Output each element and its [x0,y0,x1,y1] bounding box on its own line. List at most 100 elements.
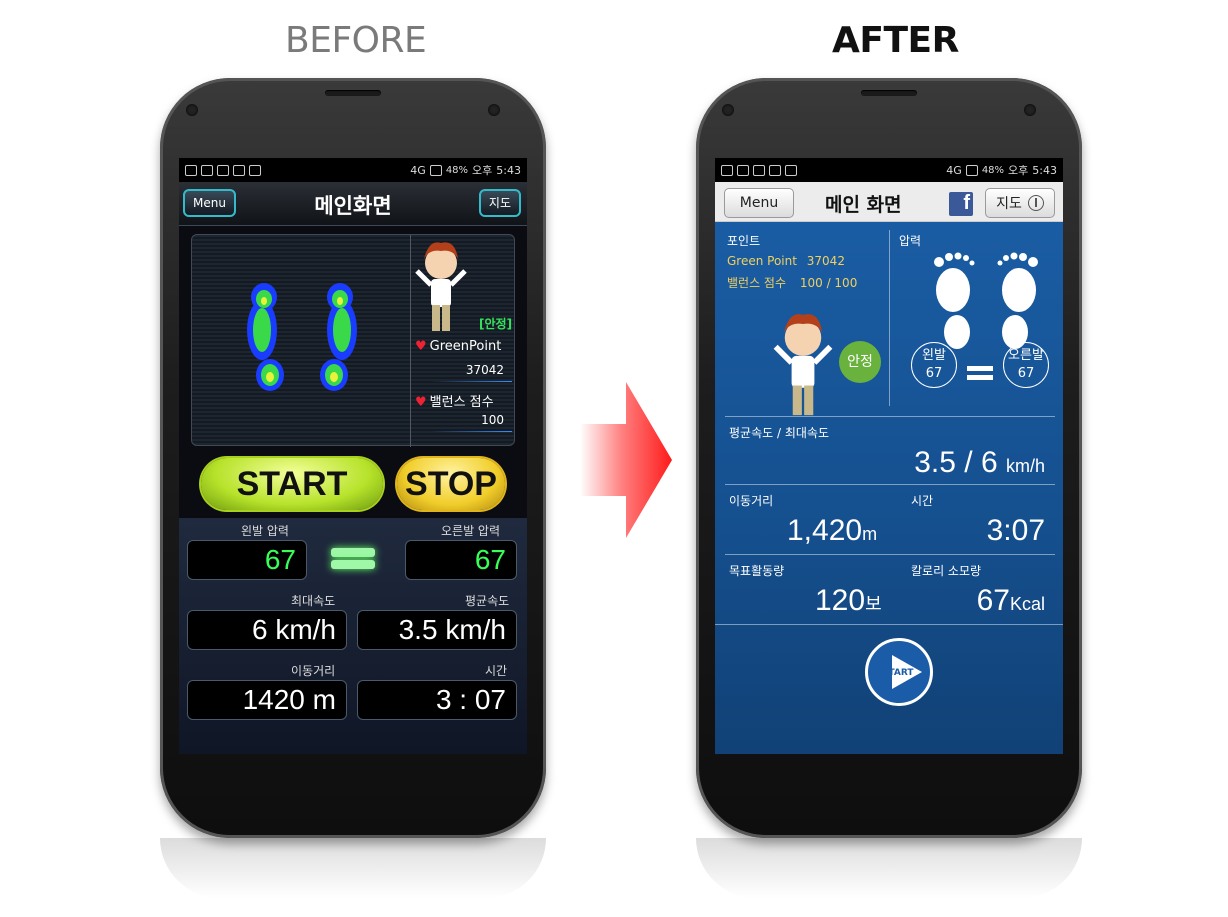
balance-row: 밸런스 점수 100 / 100 [727,274,857,291]
green-point-value: 37042 [806,254,845,268]
avg-speed-label: 평균속도 [465,594,510,608]
mail-icon [249,164,261,176]
left-foot-value: 67 [925,366,943,381]
right-foot-indicator: 오른발 67 [1003,342,1049,388]
phone-after: 4G 48% 오후 5:43 Menu 메인 화면 f 지도 포인트 Green… [696,78,1082,838]
left-foot-indicator: 왼발 67 [911,342,957,388]
stable-badge: [안정] [479,317,513,331]
page-title: 메인화면 [314,194,392,218]
distance-value: 1420 m [187,680,347,720]
left-foot-label: 왼발 [922,348,946,363]
recycle-icon [217,164,229,176]
character-avatar [415,242,467,331]
notification-icon [721,164,733,176]
feet-icon [934,252,1038,349]
target-value: 120 [815,584,866,617]
after-heading: AFTER [832,20,959,61]
speed-heading: 평균속도 / 최대속도 [729,426,829,440]
map-button[interactable]: 지도 [478,189,521,217]
chat-icon [769,164,781,176]
foot-pressure-panel: [안정] ♥ GreenPoint 37042 ♥ 밸런스 점수 100 [191,234,516,447]
distance-label: 이동거리 [729,494,774,508]
heart-icon: ♥ [415,395,427,410]
phone-before: 4G 48% 오후 5:43 Menu 메인화면 지도 [안정] ♥ Green… [160,78,546,838]
menu-button[interactable]: Menu [724,188,794,218]
pressure-heading: 압력 [899,234,922,248]
time-prefix: 오후 [1008,164,1029,177]
time-value: 3:07 [986,514,1045,547]
front-camera-icon [488,104,500,116]
green-point-label: Green Point [727,254,797,268]
chat-icon [233,164,245,176]
left-pressure-label: 왼발 압력 [241,524,289,538]
divider [725,484,1055,485]
map-button[interactable]: 지도 [985,188,1055,218]
before-screen: 4G 48% 오후 5:43 Menu 메인화면 지도 [안정] ♥ Green… [179,158,527,754]
distance-label: 이동거리 [291,664,336,678]
target-unit: 보 [865,594,882,614]
phone-reflection [696,838,1082,898]
character-avatar [773,314,833,416]
right-foot-label: 오른발 [1008,348,1044,363]
battery-label: 48% [981,164,1005,176]
speaker-grille [861,90,917,96]
front-camera-icon [1024,104,1036,116]
time-value: 3 : 07 [357,680,517,720]
right-pressure-value: 67 [405,540,517,580]
divider [889,230,890,406]
green-point-value: 37042 [465,363,504,377]
right-pressure-label: 오른발 압력 [441,524,501,538]
phone-reflection [160,838,546,898]
battery-label: 48% [445,164,469,176]
facebook-icon[interactable]: f [949,192,973,216]
after-header: Menu 메인 화면 f 지도 [715,182,1063,222]
divider [715,624,1063,625]
map-button-label: 지도 [996,196,1022,212]
balance-label: 밸런스 점수 [727,276,787,290]
points-sidebar: [안정] ♥ GreenPoint 37042 ♥ 밸런스 점수 100 [410,235,516,447]
divider [725,554,1055,555]
sensor-icon [186,104,198,116]
balance-value: 100 / 100 [799,276,858,290]
time-label: 시간 [485,664,508,678]
heart-icon: ♥ [415,339,427,354]
speed-unit: km/h [1005,456,1045,476]
equal-icon [331,545,375,575]
distance-display: 1,420m [787,514,877,548]
notification-icon [185,164,197,176]
signal-icon [429,164,442,176]
foot-heatmap-icon [247,283,357,391]
divider [431,381,512,382]
divider [431,431,512,432]
start-button[interactable]: START [865,638,933,706]
right-foot-value: 67 [1017,366,1035,381]
calorie-value: 67 [976,584,1010,617]
green-point-label: ♥ GreenPoint [415,339,502,354]
left-pressure-value: 67 [187,540,307,580]
green-point-row: Green Point 37042 [727,254,845,268]
before-header: Menu 메인화면 지도 [179,182,527,226]
mail-icon [785,164,797,176]
compass-icon [1027,195,1044,211]
time-label: 시간 [911,494,934,508]
start-button[interactable]: START [201,458,383,510]
speaker-grille [325,90,381,96]
start-label: START [882,668,914,678]
wifi-icon [737,164,749,176]
stats-panel: 왼발 압력 67 오른발 압력 67 최대속도 6 km/h 평균속도 3.5 … [179,518,527,754]
stop-button[interactable]: STOP [397,458,505,510]
distance-value: 1,420 [787,514,863,547]
before-heading: BEFORE [285,20,427,61]
balance-value: 100 [481,413,504,427]
wifi-icon [201,164,213,176]
distance-unit: m [862,524,878,544]
target-label: 목표활동량 [729,564,785,578]
equal-icon [967,362,993,384]
balance-label: ♥ 밸런스 점수 [415,395,494,410]
calorie-unit: Kcal [1009,594,1045,614]
calorie-display: 67Kcal [977,584,1045,618]
arrow-right-icon [580,382,672,538]
stable-badge: 안정 [839,341,881,383]
after-screen: 4G 48% 오후 5:43 Menu 메인 화면 f 지도 포인트 Green… [715,158,1063,754]
clock: 5:43 [1032,163,1057,177]
